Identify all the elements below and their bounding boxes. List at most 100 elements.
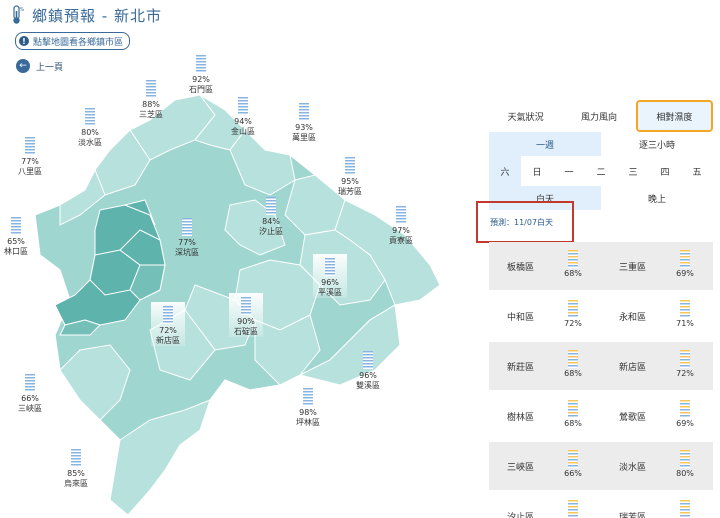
table-row: 新莊區 68% 新店區 72% <box>489 342 713 390</box>
map-marker[interactable]: 93% 萬里區 <box>284 103 324 143</box>
day-sun[interactable]: 日 <box>521 156 553 186</box>
humidity-bar-icon <box>680 400 690 418</box>
humidity-bar-icon <box>568 500 578 518</box>
marker-name: 平溪區 <box>318 288 342 297</box>
district-name: 三峽區 <box>507 462 535 473</box>
map-marker[interactable]: 97% 貢寮區 <box>381 206 421 246</box>
marker-value: 93% <box>295 123 313 132</box>
thermometer-icon: % <box>13 5 25 24</box>
humidity-value: 68% <box>564 369 582 378</box>
humidity-bar-icon <box>146 80 156 98</box>
humidity-bar-icon <box>182 218 192 236</box>
map-marker[interactable]: 80% 淡水區 <box>70 108 110 148</box>
humidity-bar-icon <box>568 350 578 368</box>
table-row: 樹林區 68% 鶯歌區 69% <box>489 392 713 440</box>
map-marker[interactable]: 90% 石碇區 <box>229 293 263 337</box>
day-tue[interactable]: 二 <box>585 156 617 186</box>
day-mon[interactable]: 一 <box>553 156 585 186</box>
list-item[interactable]: 淡水區 80% <box>601 442 713 490</box>
map-marker[interactable]: 66% 三峽區 <box>10 374 50 414</box>
day-fri[interactable]: 五 <box>681 156 713 186</box>
nighttime-option[interactable]: 晚上 <box>601 186 713 210</box>
marker-value: 66% <box>21 394 39 403</box>
humidity-bar-icon <box>241 297 251 315</box>
tab-humidity[interactable]: 相對濕度 <box>635 100 713 132</box>
marker-value: 84% <box>262 217 280 226</box>
map-marker[interactable]: 65% 林口區 <box>0 217 36 257</box>
list-item[interactable]: 瑞芳區 <box>601 492 713 518</box>
district-name: 永和區 <box>619 312 647 323</box>
marker-name: 石碇區 <box>234 327 258 336</box>
map-marker[interactable]: 95% 瑞芳區 <box>330 157 370 197</box>
list-item[interactable]: 板橋區 68% <box>489 242 601 290</box>
tab-wind[interactable]: 風力風向 <box>562 100 635 132</box>
marker-name: 新店區 <box>156 336 180 345</box>
district-name: 新店區 <box>619 362 647 373</box>
marker-value: 96% <box>359 371 377 380</box>
map-hint-text: 點擊地圖看各鄉鎮市區 <box>33 37 124 48</box>
humidity-bar-icon <box>680 300 690 318</box>
tab-weather[interactable]: 天氣狀況 <box>489 100 562 132</box>
period-week[interactable]: 一週 <box>489 132 601 156</box>
forecast-date-label: 預測：11/07白天 <box>476 201 574 243</box>
humidity-bar-icon <box>85 108 95 126</box>
map-hint-badge: ! 點擊地圖看各鄉鎮市區 <box>15 32 131 50</box>
list-item[interactable]: 樹林區 68% <box>489 392 601 440</box>
humidity-bar-icon <box>325 258 335 276</box>
day-thu[interactable]: 四 <box>649 156 681 186</box>
svg-text:%: % <box>20 7 25 13</box>
marker-name: 三峽區 <box>18 404 42 413</box>
marker-name: 石門區 <box>189 85 213 94</box>
marker-value: 80% <box>81 128 99 137</box>
map-marker[interactable]: 77% 深坑區 <box>167 218 207 258</box>
map-marker[interactable]: 96% 雙溪區 <box>348 351 388 391</box>
humidity-bar-icon <box>680 350 690 368</box>
marker-name: 烏來區 <box>64 479 88 488</box>
list-item[interactable]: 永和區 71% <box>601 292 713 340</box>
humidity-bar-icon <box>71 449 81 467</box>
district-name: 板橋區 <box>507 262 535 273</box>
list-item[interactable]: 中和區 72% <box>489 292 601 340</box>
map-marker[interactable]: 94% 金山區 <box>223 97 263 137</box>
day-sat[interactable]: 六 <box>489 156 521 186</box>
list-item[interactable]: 三重區 69% <box>601 242 713 290</box>
humidity-bar-icon <box>568 450 578 468</box>
map-marker[interactable]: 84% 汐止區 <box>251 197 291 237</box>
list-item[interactable]: 汐止區 <box>489 492 601 518</box>
table-row: 三峽區 66% 淡水區 80% <box>489 442 713 490</box>
map-marker[interactable]: 96% 平溪區 <box>313 254 347 298</box>
humidity-bar-icon <box>196 55 206 73</box>
list-item[interactable]: 新莊區 68% <box>489 342 601 390</box>
marker-name: 三芝區 <box>139 110 163 119</box>
district-map[interactable]: 92% 石門區 88% 三芝區 94% 金山區 93% 萬里區 80% 淡水區 … <box>0 55 470 518</box>
district-name: 樹林區 <box>507 412 535 423</box>
list-item[interactable]: 新店區 72% <box>601 342 713 390</box>
marker-name: 貢寮區 <box>389 236 413 245</box>
marker-name: 瑞芳區 <box>338 187 362 196</box>
table-row: 汐止區 瑞芳區 <box>489 492 713 518</box>
map-marker[interactable]: 88% 三芝區 <box>131 80 171 120</box>
humidity-bar-icon <box>25 137 35 155</box>
humidity-bar-icon <box>568 400 578 418</box>
marker-value: 72% <box>159 326 177 335</box>
humidity-value: 80% <box>676 469 694 478</box>
marker-name: 坪林區 <box>296 418 320 427</box>
marker-name: 林口區 <box>4 247 28 256</box>
humidity-value: 68% <box>564 419 582 428</box>
day-wed[interactable]: 三 <box>617 156 649 186</box>
map-marker[interactable]: 72% 新店區 <box>151 302 185 346</box>
district-name: 新莊區 <box>507 362 535 373</box>
humidity-bar-icon <box>266 197 276 215</box>
map-marker[interactable]: 92% 石門區 <box>181 55 221 95</box>
map-marker[interactable]: 77% 八里區 <box>10 137 50 177</box>
period-3hour[interactable]: 逐三小時 <box>601 132 713 156</box>
list-item[interactable]: 鶯歌區 69% <box>601 392 713 440</box>
map-marker[interactable]: 85% 烏來區 <box>56 449 96 489</box>
forecast-panel: 天氣狀況 風力風向 相對濕度 一週 逐三小時 六 日 一 二 三 四 五 白天 … <box>489 100 713 210</box>
table-row: 中和區 72% 永和區 71% <box>489 292 713 340</box>
map-marker[interactable]: 98% 坪林區 <box>288 388 328 428</box>
marker-value: 98% <box>299 408 317 417</box>
marker-name: 淡水區 <box>78 138 102 147</box>
humidity-bar-icon <box>680 500 690 518</box>
list-item[interactable]: 三峽區 66% <box>489 442 601 490</box>
